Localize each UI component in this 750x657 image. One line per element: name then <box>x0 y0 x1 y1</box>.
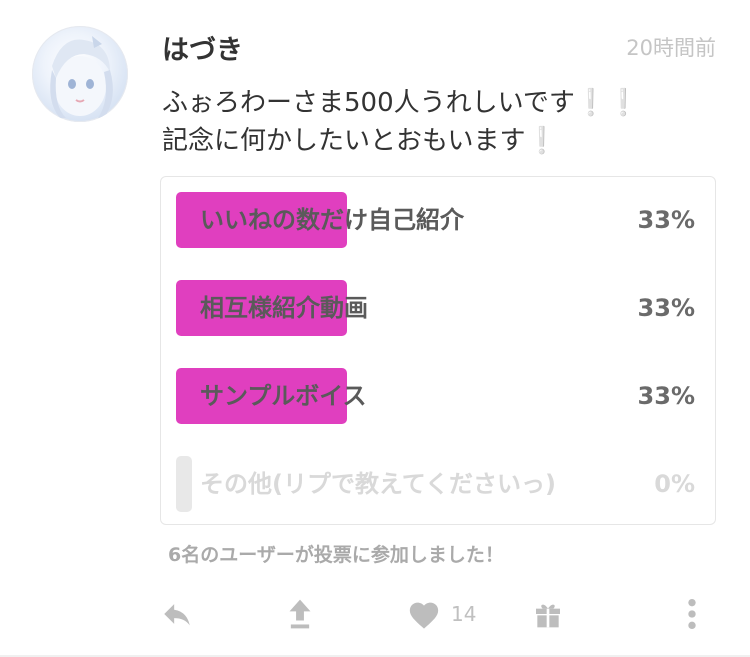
poll: いいねの数だけ自己紹介 33% 相互様紹介動画 33% サンプルボイス 33% … <box>160 176 716 525</box>
more-icon <box>688 598 696 630</box>
gift-icon <box>536 604 560 628</box>
poll-option-1-label: いいねの数だけ自己紹介 <box>200 206 464 234</box>
action-bar: 14 <box>0 590 750 638</box>
post-timestamp: 20時間前 <box>626 36 716 60</box>
poll-option-2-label: 相互様紹介動画 <box>200 294 368 322</box>
repost-icon <box>289 599 311 629</box>
poll-option-4-bar <box>176 456 192 512</box>
gift-button[interactable] <box>532 590 564 638</box>
poll-option-3[interactable]: サンプルボイス 33% <box>176 368 695 424</box>
poll-option-4-percent: 0% <box>654 470 695 498</box>
reply-icon <box>164 604 190 626</box>
poll-option-1-percent: 33% <box>637 206 695 234</box>
heart-icon <box>409 602 439 629</box>
like-button[interactable]: 14 <box>407 590 476 638</box>
more-button[interactable] <box>682 590 702 638</box>
post-text: ふぉろわーさま500人うれしいです❕❕ 記念に何かしたいとおもいます❕ <box>162 88 640 156</box>
poll-option-2-percent: 33% <box>637 294 695 322</box>
poll-option-4-label: その他(リプで教えてくださいっ) <box>200 470 557 498</box>
username[interactable]: はづき <box>162 28 243 67</box>
avatar[interactable] <box>32 26 128 122</box>
vote-summary: 6名のユーザーが投票に参加しました！ <box>168 544 504 566</box>
poll-option-1[interactable]: いいねの数だけ自己紹介 33% <box>176 192 695 248</box>
repost-button[interactable] <box>284 590 316 638</box>
poll-option-3-percent: 33% <box>637 382 695 410</box>
reply-button[interactable] <box>160 590 194 638</box>
poll-option-3-label: サンプルボイス <box>200 382 367 410</box>
like-count: 14 <box>451 602 477 626</box>
poll-option-4[interactable]: その他(リプで教えてくださいっ) 0% <box>176 456 695 512</box>
poll-option-2[interactable]: 相互様紹介動画 33% <box>176 280 695 336</box>
